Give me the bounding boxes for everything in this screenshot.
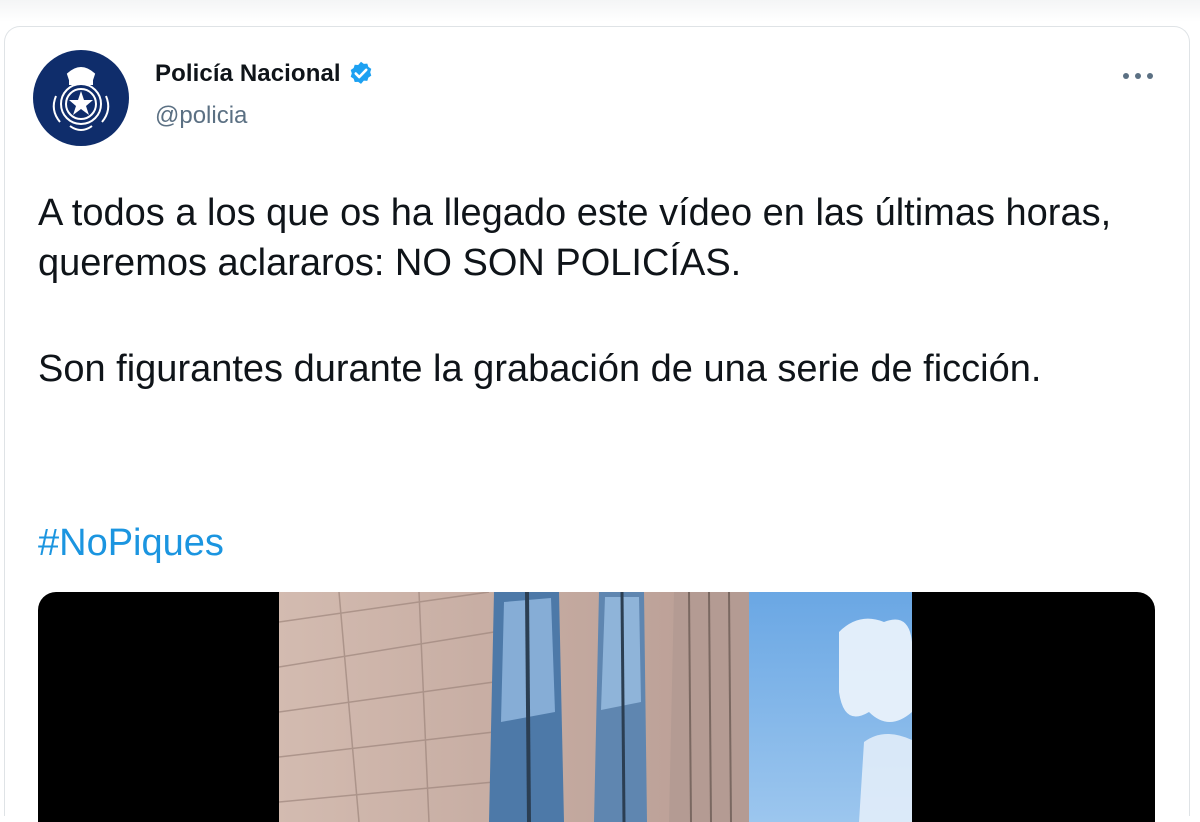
verified-badge-icon bbox=[350, 61, 371, 84]
top-divider bbox=[0, 0, 1200, 22]
video-player[interactable] bbox=[38, 592, 1155, 822]
more-icon bbox=[1123, 73, 1153, 79]
video-frame[interactable] bbox=[279, 592, 912, 822]
more-button[interactable] bbox=[1118, 62, 1158, 90]
hashtag-link[interactable]: #NoPiques bbox=[38, 518, 224, 568]
author-name-row[interactable]: Policía Nacional bbox=[155, 60, 375, 88]
tweet-paragraph: A todos a los que os ha llegado este víd… bbox=[38, 192, 1112, 284]
author-handle[interactable]: @policia bbox=[155, 102, 247, 130]
tweet-paragraph: Son figurantes durante la grabación de u… bbox=[38, 348, 1042, 390]
avatar[interactable] bbox=[33, 50, 129, 146]
display-name[interactable]: Policía Nacional bbox=[155, 60, 341, 88]
tweet-text: A todos a los que os ha llegado este víd… bbox=[38, 188, 1158, 394]
police-badge-icon bbox=[52, 67, 110, 131]
video-thumbnail bbox=[279, 592, 912, 822]
